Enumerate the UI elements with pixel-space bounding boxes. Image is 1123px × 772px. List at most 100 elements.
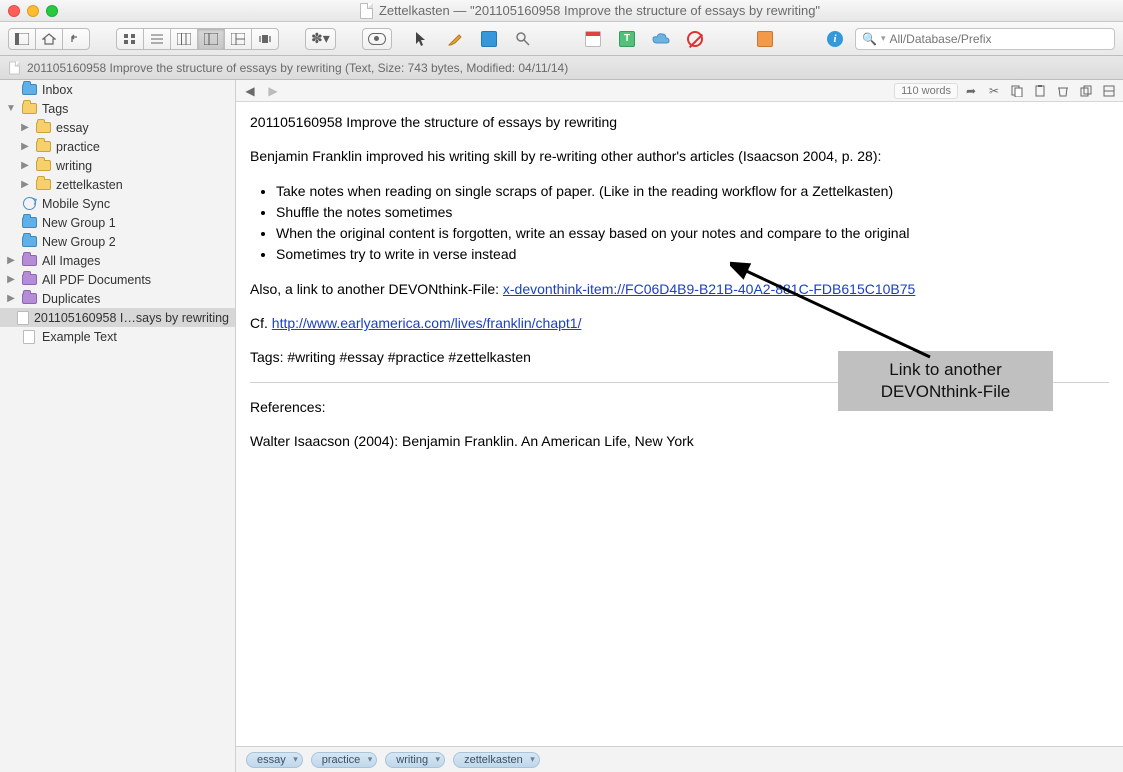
sidebar-item[interactable]: Mobile Sync — [0, 194, 235, 213]
tag-pill[interactable]: essay — [246, 752, 303, 768]
sidebar-item[interactable]: ▶ writing — [0, 156, 235, 175]
sidebar-item[interactable]: ▼Tags — [0, 99, 235, 118]
document-icon — [360, 3, 373, 19]
sidebar-item-label: zettelkasten — [56, 178, 123, 192]
folder-icon — [21, 216, 37, 230]
tag-bar[interactable]: essay practice writing zettelkasten — [236, 746, 1123, 772]
sidebar-item[interactable]: 201105160958 I…says by rewriting — [0, 308, 235, 327]
sidebar-item[interactable]: ▶ All PDF Documents — [0, 270, 235, 289]
divider — [250, 382, 1109, 383]
sidebar-item[interactable]: ▶ practice — [0, 137, 235, 156]
search-tool-icon[interactable] — [509, 28, 537, 50]
view-icons-button[interactable] — [116, 28, 144, 50]
folder-icon — [35, 159, 51, 173]
sidebar-item-label: practice — [56, 140, 100, 154]
no-entry-icon[interactable] — [681, 28, 709, 50]
cut-button[interactable]: ✂ — [984, 82, 1004, 100]
disclosure-triangle-icon[interactable]: ▶ — [6, 293, 16, 304]
document-icon — [21, 330, 37, 344]
delete-button[interactable] — [1053, 82, 1073, 100]
feed-icon[interactable] — [751, 28, 779, 50]
template-icon[interactable] — [613, 28, 641, 50]
cloud-icon[interactable] — [647, 28, 675, 50]
sidebar-item[interactable]: ▶essay — [0, 118, 235, 137]
external-link[interactable]: http://www.earlyamerica.com/lives/frankl… — [272, 315, 582, 331]
share-button[interactable]: ➦ — [961, 82, 981, 100]
view-list-button[interactable] — [143, 28, 171, 50]
view-three-pane-button[interactable] — [224, 28, 252, 50]
view-split-button[interactable] — [197, 28, 225, 50]
smart-folder-icon — [21, 273, 37, 287]
search-scope-chevron-icon[interactable]: ▾ — [881, 33, 886, 44]
up-button[interactable] — [62, 28, 90, 50]
duplicate-button[interactable] — [1076, 82, 1096, 100]
disclosure-triangle-icon[interactable]: ▶ — [6, 255, 16, 266]
bullet-item: Shuffle the notes sometimes — [276, 202, 1109, 222]
quicklook-button[interactable] — [362, 28, 392, 50]
sidebar-item[interactable]: ▶All Images — [0, 251, 235, 270]
sidebar-toggle-button[interactable] — [8, 28, 36, 50]
disclosure-triangle-icon[interactable]: ▶ — [20, 141, 30, 152]
path-text: 201105160958 Improve the structure of es… — [27, 61, 568, 75]
sidebar-item[interactable]: New Group 1 — [0, 213, 235, 232]
sidebar-item-label: Duplicates — [42, 292, 100, 306]
calendar-icon[interactable] — [579, 28, 607, 50]
nav-back-button[interactable]: ◀ — [240, 82, 260, 100]
cf-prefix: Cf. — [250, 315, 272, 331]
window-title: Zettelkasten — "201105160958 Improve the… — [379, 3, 820, 18]
traffic-lights — [8, 5, 58, 17]
bullet-item: Sometimes try to write in verse instead — [276, 244, 1109, 264]
smart-folder-icon — [21, 254, 37, 268]
search-field[interactable]: 🔍 ▾ — [855, 28, 1115, 50]
path-bar: 201105160958 Improve the structure of es… — [0, 56, 1123, 80]
paste-button[interactable] — [1030, 82, 1050, 100]
search-icon: 🔍 — [862, 32, 877, 46]
nav-forward-button[interactable]: ▶ — [263, 82, 283, 100]
disclosure-triangle-icon[interactable]: ▶ — [20, 122, 30, 133]
sidebar-item-label: All PDF Documents — [42, 273, 151, 287]
disclosure-triangle-icon[interactable]: ▼ — [6, 103, 16, 114]
sidebar-item[interactable]: Example Text — [0, 327, 235, 346]
window-titlebar: Zettelkasten — "201105160958 Improve the… — [0, 0, 1123, 22]
folder-icon — [35, 121, 51, 135]
references-heading: References: — [250, 397, 1109, 417]
info-button[interactable]: i — [821, 28, 849, 50]
view-coverflow-button[interactable] — [251, 28, 279, 50]
action-menu-button[interactable]: ✽▾ — [305, 28, 336, 50]
toolbar: ✽▾ i 🔍 ▾ — [0, 22, 1123, 56]
highlight-tool-icon[interactable] — [441, 28, 469, 50]
doc-intro: Benjamin Franklin improved his writing s… — [250, 146, 1109, 166]
close-window-button[interactable] — [8, 5, 20, 17]
folder-icon — [21, 235, 37, 249]
tag-pill[interactable]: zettelkasten — [453, 752, 540, 768]
tag-button[interactable] — [1099, 82, 1119, 100]
sidebar-item[interactable]: Inbox — [0, 80, 235, 99]
blue-tool-icon[interactable] — [475, 28, 503, 50]
disclosure-triangle-icon[interactable]: ▶ — [6, 274, 16, 285]
minimize-window-button[interactable] — [27, 5, 39, 17]
folder-icon — [21, 83, 37, 97]
doc-heading: 201105160958 Improve the structure of es… — [250, 112, 1109, 132]
copy-button[interactable] — [1007, 82, 1027, 100]
tag-pill[interactable]: practice — [311, 752, 378, 768]
sidebar[interactable]: Inbox▼Tags▶essay▶practice▶writing▶zettel… — [0, 80, 236, 772]
sidebar-item[interactable]: ▶ zettelkasten — [0, 175, 235, 194]
cursor-tool-icon[interactable] — [407, 28, 435, 50]
zoom-window-button[interactable] — [46, 5, 58, 17]
search-input[interactable] — [889, 32, 1108, 46]
view-columns-button[interactable] — [170, 28, 198, 50]
document-body[interactable]: 201105160958 Improve the structure of es… — [236, 102, 1123, 746]
document-icon — [17, 311, 29, 325]
disclosure-triangle-icon[interactable]: ▶ — [20, 160, 30, 171]
tag-pill[interactable]: writing — [385, 752, 445, 768]
disclosure-triangle-icon[interactable]: ▶ — [20, 179, 30, 190]
home-button[interactable] — [35, 28, 63, 50]
sidebar-item[interactable]: ▶ Duplicates — [0, 289, 235, 308]
sidebar-item-label: New Group 2 — [42, 235, 116, 249]
doc-bullets: Take notes when reading on single scraps… — [276, 181, 1109, 265]
smart-folder-icon — [21, 292, 37, 306]
sidebar-item-label: writing — [56, 159, 92, 173]
link-intro-text: Also, a link to another DEVONthink-File: — [250, 281, 503, 297]
devonthink-link[interactable]: x-devonthink-item://FC06D4B9-B21B-40A2-8… — [503, 281, 915, 297]
sidebar-item[interactable]: New Group 2 — [0, 232, 235, 251]
